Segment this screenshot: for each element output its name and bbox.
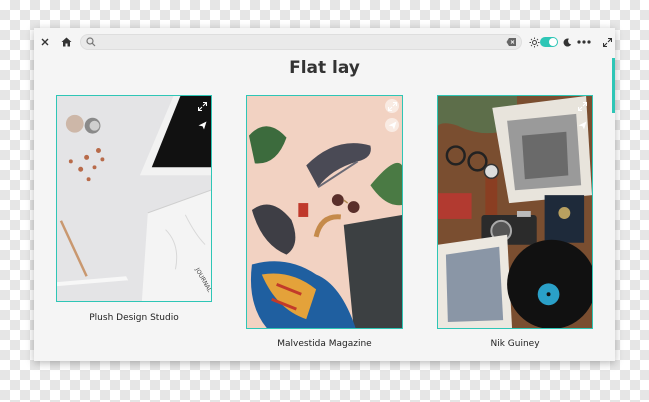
- clear-icon[interactable]: [506, 37, 517, 47]
- theme-toggle[interactable]: [540, 37, 558, 47]
- photo-caption: Plush Design Studio: [89, 313, 179, 323]
- light-mode-button[interactable]: [527, 35, 541, 49]
- photo-thumbnail[interactable]: [246, 95, 403, 329]
- home-icon: [61, 37, 71, 47]
- expand-icon: [577, 101, 587, 111]
- page-title: Flat lay: [289, 58, 360, 78]
- home-button[interactable]: [59, 35, 73, 49]
- send-button[interactable]: [575, 118, 589, 132]
- expand-icon: [197, 101, 207, 111]
- send-icon: [198, 121, 206, 129]
- moon-icon: [563, 38, 571, 47]
- fullscreen-button[interactable]: [600, 35, 614, 49]
- photo-thumbnail[interactable]: JOURNAL: [56, 95, 212, 302]
- scrollbar[interactable]: [612, 58, 615, 113]
- photo-image: [247, 96, 402, 328]
- close-button[interactable]: [38, 35, 52, 49]
- more-button[interactable]: [576, 35, 592, 49]
- expand-icon: [387, 101, 397, 111]
- photo-thumbnail[interactable]: [437, 95, 593, 329]
- browser-window: Flat lay JOURNAL Plush Design Studio Mal…: [34, 28, 615, 361]
- photo-image: [438, 96, 592, 328]
- photo-caption: Malvestida Magazine: [277, 339, 372, 349]
- fullscreen-icon: [602, 37, 612, 47]
- send-icon: [388, 121, 396, 129]
- browser-toolbar: [34, 28, 615, 56]
- photo-image: JOURNAL: [57, 96, 211, 301]
- expand-button[interactable]: [575, 99, 589, 113]
- more-icon: [577, 40, 591, 44]
- photo-caption: Nik Guiney: [490, 339, 540, 349]
- expand-button[interactable]: [195, 99, 209, 113]
- send-button[interactable]: [195, 118, 209, 132]
- send-button[interactable]: [385, 118, 399, 132]
- dark-mode-button[interactable]: [560, 35, 574, 49]
- search-icon: [86, 37, 96, 47]
- expand-button[interactable]: [385, 99, 399, 113]
- sun-icon: [529, 37, 539, 47]
- url-input[interactable]: [99, 35, 499, 49]
- close-icon: [41, 38, 49, 46]
- send-icon: [578, 121, 586, 129]
- url-bar[interactable]: [80, 34, 522, 50]
